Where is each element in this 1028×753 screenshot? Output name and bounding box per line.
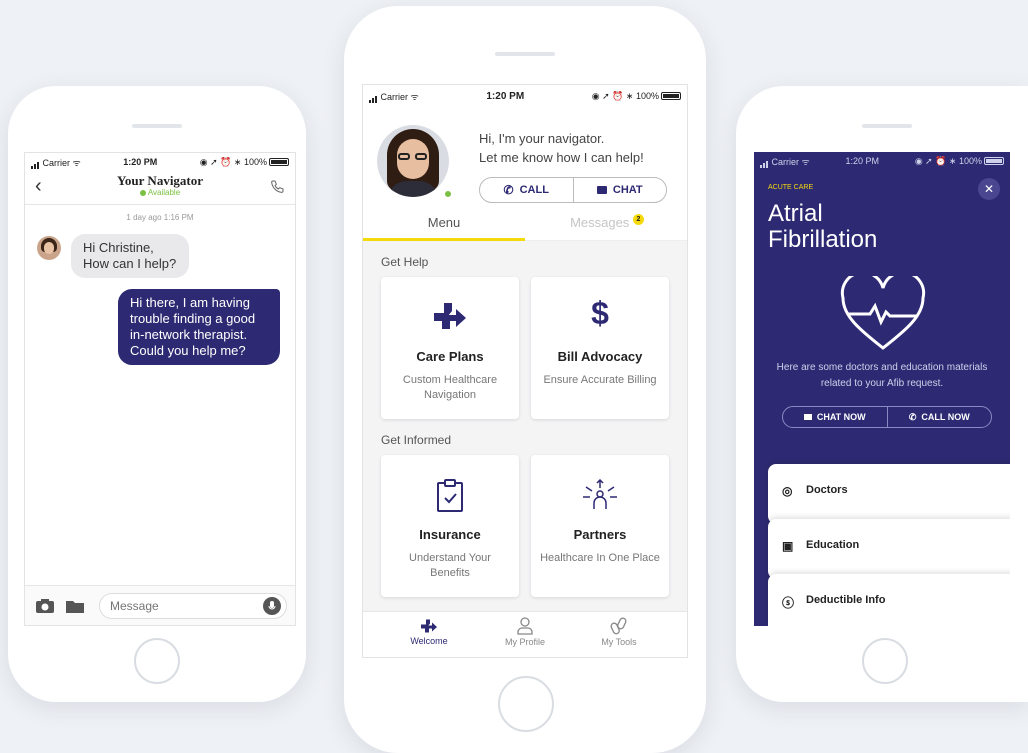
call-now-button[interactable]: ✆ CALL NOW (888, 407, 992, 427)
chat-call-toggle: CHAT NOW ✆ CALL NOW (782, 406, 992, 428)
education-icon: ▣ (782, 539, 794, 553)
chat-header: ‹ Your Navigator Available (25, 171, 295, 205)
navigator-avatar (37, 236, 61, 260)
left-phone: Carrier ᯤ 1:20 PM ◉ ➚ ⏰ ∗ 100% ‹ Your Na… (8, 86, 306, 702)
center-home-button[interactable] (498, 676, 554, 732)
phone-icon: ✆ (503, 183, 514, 197)
dollar-icon: $ (591, 295, 609, 331)
status-time: 1:20 PM (845, 156, 880, 166)
left-home-button[interactable] (134, 638, 180, 684)
left-phone-screen: Carrier ᯤ 1:20 PM ◉ ➚ ⏰ ∗ 100% ‹ Your Na… (24, 152, 296, 626)
battery-indicator: ◉ ➚ ⏰ ∗ 100% (200, 157, 289, 168)
education-item[interactable]: ▣ Education (768, 519, 1010, 579)
bill-advocacy-card[interactable]: $ Bill Advocacy Ensure Accurate Billing (531, 277, 669, 419)
status-bar: Carrier ᯤ 1:20 PM ◉ ➚ ⏰ ∗ 100% (754, 152, 1010, 170)
profile-header: Carrier ᯤ 1:20 PM ◉ ➚ ⏰ ∗ 100% Hi, I'm y… (363, 85, 687, 241)
left-phone-speaker (132, 124, 182, 128)
section-get-help: Get Help (381, 255, 429, 269)
nav-my-tools[interactable]: My Tools (579, 612, 659, 647)
navigator-photo (377, 125, 449, 197)
resource-list: ◎ Doctors ▣ Education ⓢ Deductible Info (768, 464, 1010, 626)
carrier-label: Carrier ᯤ (369, 90, 419, 103)
card-subtitle: Understand Your Benefits (409, 552, 491, 579)
card-title: Care Plans (416, 349, 484, 364)
category-label: ACUTE CARE (768, 184, 814, 191)
center-phone-screen: Carrier ᯤ 1:20 PM ◉ ➚ ⏰ ∗ 100% Hi, I'm y… (362, 84, 688, 658)
doctors-item[interactable]: ◎ Doctors (768, 464, 1010, 524)
chat-button[interactable]: CHAT (574, 178, 667, 202)
online-dot-icon (139, 189, 146, 196)
availability-status: Available (25, 188, 295, 197)
page-title-line-2: Fibrillation (768, 226, 878, 253)
clipboard-icon (437, 479, 463, 512)
deductible-info-item[interactable]: ⓢ Deductible Info (768, 574, 1010, 626)
status-time: 1:20 PM (486, 90, 525, 102)
nav-my-profile[interactable]: My Profile (485, 612, 565, 647)
card-subtitle: Custom Healthcare Navigation (402, 374, 498, 401)
incoming-message-bubble: Hi Christine, How can I help? (71, 234, 189, 278)
right-phone-speaker (862, 124, 912, 128)
carrier-label: Carrier ᯤ (760, 155, 810, 168)
partners-card[interactable]: Partners Healthcare In One Place (531, 455, 669, 597)
card-title: Bill Advocacy (557, 349, 643, 364)
phone-icon: ✆ (908, 411, 917, 422)
carrier-label: Carrier ᯤ (31, 156, 81, 169)
insurance-card[interactable]: Insurance Understand Your Benefits (381, 455, 519, 597)
right-phone-screen: Carrier ᯤ 1:20 PM ◉ ➚ ⏰ ∗ 100% ACUTE CAR… (754, 152, 1010, 626)
composer-bar (25, 585, 295, 625)
profile-icon (517, 617, 533, 635)
camera-icon[interactable] (35, 598, 55, 614)
section-get-informed: Get Informed (381, 433, 452, 447)
nav-welcome[interactable]: Welcome (389, 612, 469, 646)
tab-messages[interactable]: Messages 2 (525, 214, 687, 241)
card-title: Insurance (419, 527, 481, 542)
greeting-line-1: Hi, I'm your navigator. (479, 131, 605, 146)
tab-menu[interactable]: Menu (363, 215, 525, 241)
card-subtitle: Ensure Accurate Billing (543, 374, 657, 386)
phone-icon[interactable] (269, 179, 285, 195)
messages-badge: 2 (632, 214, 644, 225)
card-subtitle: Healthcare In One Place (540, 552, 660, 564)
location-pin-icon: ◎ (782, 484, 793, 498)
message-input[interactable] (99, 593, 287, 619)
battery-indicator: ◉ ➚ ⏰ ∗ 100% (592, 91, 681, 102)
status-bar: Carrier ᯤ 1:20 PM ◉ ➚ ⏰ ∗ 100% (25, 153, 295, 171)
center-phone-speaker (495, 52, 555, 56)
dollar-circle-icon: ⓢ (782, 596, 795, 610)
microphone-icon[interactable] (263, 597, 281, 615)
right-home-button[interactable] (862, 638, 908, 684)
message-timestamp: 1 day ago 1:16 PM (126, 213, 194, 222)
folder-icon[interactable] (65, 598, 85, 614)
chat-bubble-icon (803, 414, 812, 420)
outgoing-message-bubble: Hi there, I am having trouble finding a … (118, 289, 280, 365)
close-icon[interactable]: ✕ (978, 178, 1000, 200)
tools-icon (610, 617, 627, 635)
page-title-line-1: Atrial (768, 200, 823, 227)
online-dot-icon (443, 189, 453, 199)
heart-pulse-icon (840, 276, 926, 350)
care-plans-icon (434, 303, 466, 329)
right-phone: Carrier ᯤ 1:20 PM ◉ ➚ ⏰ ∗ 100% ACUTE CAR… (736, 86, 1028, 702)
chat-now-button[interactable]: CHAT NOW (783, 407, 888, 427)
card-title: Partners (573, 527, 627, 542)
battery-indicator: ◉ ➚ ⏰ ∗ 100% (915, 156, 1004, 167)
status-time: 1:20 PM (123, 157, 158, 167)
call-chat-toggle: ✆ CALL CHAT (479, 177, 667, 203)
bottom-nav: Welcome My Profile My Tools (363, 611, 687, 657)
chat-bubble-icon (596, 186, 607, 194)
welcome-icon (421, 619, 437, 633)
header-title: Your Navigator (116, 173, 204, 188)
status-bar: Carrier ᯤ 1:20 PM ◉ ➚ ⏰ ∗ 100% (363, 87, 687, 105)
call-button[interactable]: ✆ CALL (480, 178, 574, 202)
center-phone: Carrier ᯤ 1:20 PM ◉ ➚ ⏰ ∗ 100% Hi, I'm y… (344, 6, 706, 753)
greeting-line-2: Let me know how I can help! (479, 150, 644, 165)
care-plans-card[interactable]: Care Plans Custom Healthcare Navigation (381, 277, 519, 419)
partners-icon (583, 479, 617, 509)
description: Here are some doctors and education mate… (776, 362, 988, 389)
